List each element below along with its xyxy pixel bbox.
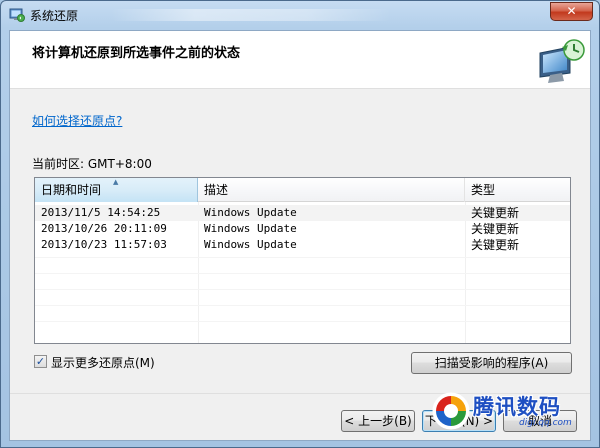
- cell-description: Windows Update: [204, 238, 297, 251]
- system-restore-icon: [9, 8, 25, 22]
- cell-date: 2013/11/5 14:54:25: [41, 206, 161, 219]
- watermark-text: 腾讯数码: [473, 395, 561, 419]
- table-row[interactable]: 2013/10/23 11:57:03 Windows Update 关键更新: [35, 237, 570, 253]
- list-header: ▲ 日期和时间 描述 类型: [35, 178, 570, 202]
- row-divider: [35, 273, 570, 274]
- checkbox-box[interactable]: ✓: [34, 355, 47, 368]
- cell-date: 2013/10/26 20:11:09: [41, 222, 167, 235]
- tencent-digital-watermark: 腾讯数码 digi.qq.com: [427, 389, 597, 441]
- column-header-date[interactable]: ▲ 日期和时间: [35, 178, 198, 202]
- column-header-description[interactable]: 描述: [198, 178, 465, 202]
- column-header-date-label: 日期和时间: [41, 183, 102, 197]
- close-button[interactable]: ✕: [550, 2, 593, 21]
- cell-date: 2013/10/23 11:57:03: [41, 238, 167, 251]
- table-row[interactable]: 2013/11/5 14:54:25 Windows Update 关键更新: [35, 205, 570, 221]
- title-bar[interactable]: 系统还原 ✕: [1, 1, 599, 29]
- column-header-type-label: 类型: [471, 183, 496, 197]
- scan-affected-programs-button[interactable]: 扫描受影响的程序(A): [411, 352, 572, 374]
- sort-arrow-icon: ▲: [113, 178, 119, 186]
- column-header-type[interactable]: 类型: [465, 178, 570, 202]
- cell-description: Windows Update: [204, 222, 297, 235]
- cell-type: 关键更新: [471, 206, 520, 220]
- row-divider: [35, 305, 570, 306]
- system-restore-window: 系统还原 ✕ 将计算机还原到所选事件之前的状态 如何选择还原点? 当前时区: G…: [0, 0, 600, 448]
- show-more-label[interactable]: 显示更多还原点(M): [51, 354, 155, 371]
- system-restore-monitor-icon: [539, 39, 585, 83]
- restore-points-list[interactable]: ▲ 日期和时间 描述 类型 2013/11/5 14:54:25 Windows…: [34, 177, 571, 344]
- timezone-label: 当前时区: GMT+8:00: [32, 157, 152, 171]
- dialog-client-area: 将计算机还原到所选事件之前的状态 如何选择还原点? 当前时区: GMT+8:00: [9, 30, 591, 441]
- row-divider: [35, 321, 570, 322]
- page-title: 将计算机还原到所选事件之前的状态: [32, 46, 241, 61]
- wizard-header: 将计算机还原到所选事件之前的状态: [10, 31, 590, 89]
- table-row[interactable]: 2013/10/26 20:11:09 Windows Update 关键更新: [35, 221, 570, 237]
- how-to-choose-restore-point-link[interactable]: 如何选择还原点?: [32, 112, 122, 129]
- title-bar-glass: [111, 9, 391, 21]
- column-header-description-label: 描述: [204, 183, 229, 197]
- watermark-subtext: digi.qq.com: [519, 418, 572, 428]
- row-divider: [35, 257, 570, 258]
- previous-button[interactable]: < 上一步(B): [341, 410, 415, 432]
- tencent-logo-icon: [432, 392, 470, 430]
- row-divider: [35, 289, 570, 290]
- window-title: 系统还原: [30, 9, 79, 23]
- cell-type: 关键更新: [471, 222, 520, 236]
- cell-type: 关键更新: [471, 238, 520, 252]
- cell-description: Windows Update: [204, 206, 297, 219]
